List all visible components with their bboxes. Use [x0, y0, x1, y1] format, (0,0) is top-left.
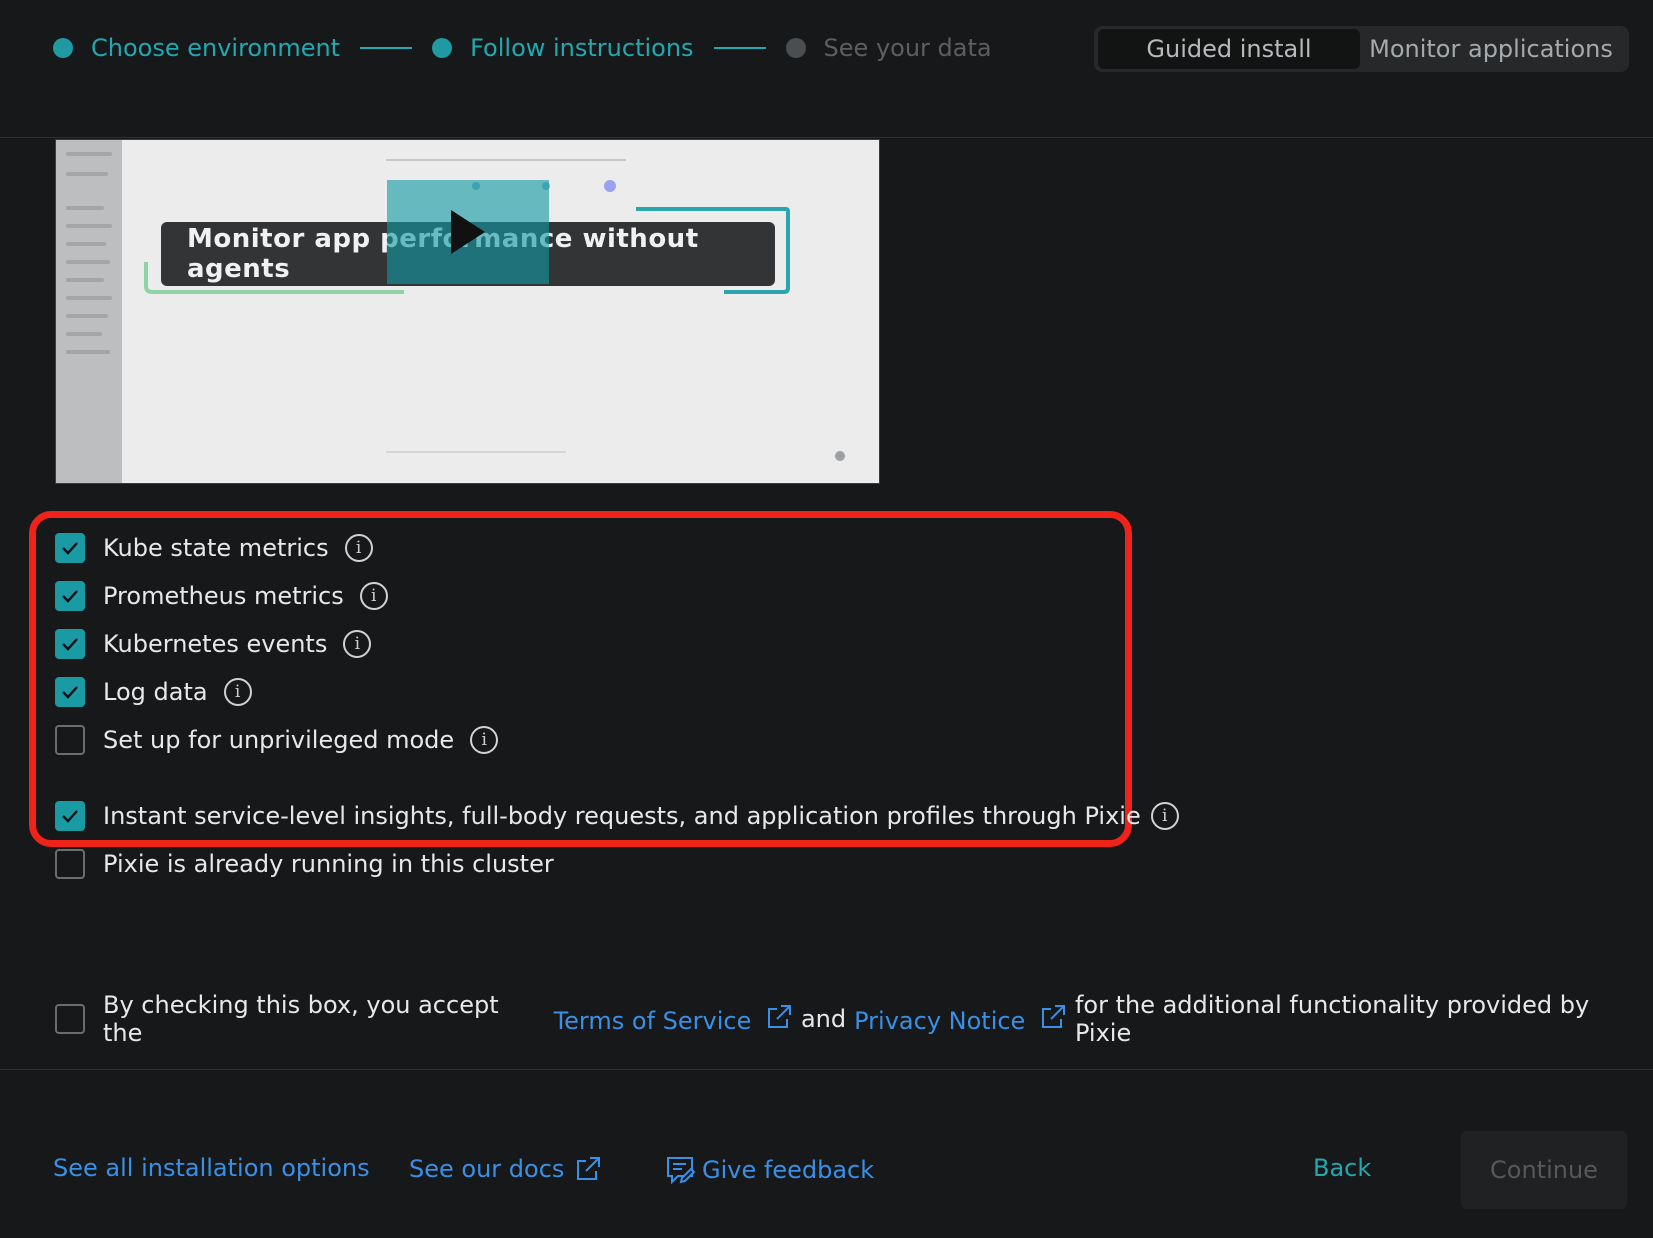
feedback-icon [667, 1157, 696, 1185]
check-icon [62, 638, 78, 651]
terms-checkbox[interactable] [55, 1004, 85, 1034]
check-icon [62, 810, 78, 823]
option-unprivileged-mode[interactable]: Set up for unprivileged mode i [55, 725, 499, 755]
checkbox-checked[interactable] [55, 629, 85, 659]
install-mode-toggle: Guided install Monitor applications [1094, 26, 1629, 72]
option-label: Instant service-level insights, full-bod… [103, 802, 1141, 830]
info-icon[interactable]: i [359, 582, 388, 610]
step-follow-instructions[interactable]: Follow instructions [470, 34, 693, 62]
see-our-docs-label: See our docs [409, 1155, 565, 1183]
info-icon[interactable]: i [344, 534, 373, 562]
guided-install-tab[interactable]: Guided install [1098, 29, 1360, 69]
play-icon [451, 210, 485, 254]
terms-suffix: for the additional functionality provide… [1074, 991, 1590, 1047]
option-label: Set up for unprivileged mode [103, 726, 455, 754]
continue-button[interactable]: Continue [1461, 1131, 1627, 1209]
option-kube-state-metrics[interactable]: Kube state metrics i [55, 533, 373, 563]
checkbox-checked[interactable] [55, 533, 85, 563]
checkbox-unchecked[interactable] [55, 725, 85, 755]
option-log-data[interactable]: Log data i [55, 677, 252, 707]
give-feedback-link[interactable]: Give feedback [664, 1154, 874, 1186]
privacy-notice-link[interactable]: Privacy Notice [854, 1003, 1067, 1035]
external-link-icon [577, 1157, 601, 1180]
back-button[interactable]: Back [1313, 1154, 1371, 1182]
terms-and: and [800, 1005, 847, 1033]
check-icon [62, 590, 78, 603]
privacy-notice-label: Privacy Notice [854, 1007, 1026, 1035]
info-icon[interactable]: i [470, 726, 499, 754]
external-link-icon [767, 1005, 791, 1028]
video-thumbnail[interactable]: Monitor app performance without agents [55, 139, 880, 484]
terms-of-service-link[interactable]: Terms of Service [554, 1003, 793, 1035]
checkbox-checked[interactable] [55, 581, 85, 611]
option-kubernetes-events[interactable]: Kubernetes events i [55, 629, 372, 659]
step-choose-environment[interactable]: Choose environment [91, 34, 340, 62]
step-see-your-data: See your data [823, 34, 992, 62]
option-label: Kube state metrics [103, 534, 329, 562]
checkbox-unchecked[interactable] [55, 849, 85, 879]
checkbox-checked[interactable] [55, 801, 85, 831]
info-icon[interactable]: i [1150, 802, 1179, 830]
info-icon[interactable]: i [343, 630, 372, 658]
stepper: Choose environment Follow instructions S… [53, 34, 992, 62]
see-all-installation-options-link[interactable]: See all installation options [53, 1154, 370, 1182]
option-label: Prometheus metrics [103, 582, 344, 610]
terms-of-service-label: Terms of Service [553, 1007, 752, 1035]
check-icon [62, 686, 78, 699]
play-button[interactable] [387, 180, 549, 284]
external-link-icon [1041, 1005, 1065, 1028]
step-pending-dot [785, 38, 806, 58]
step-done-dot [53, 38, 73, 58]
see-our-docs-link[interactable]: See our docs [409, 1155, 602, 1183]
option-pixie-already-running[interactable]: Pixie is already running in this cluster [55, 849, 554, 879]
check-icon [62, 542, 78, 555]
info-icon[interactable]: i [223, 678, 252, 706]
option-prometheus-metrics[interactable]: Prometheus metrics i [55, 581, 388, 611]
option-label: Kubernetes events [103, 630, 328, 658]
option-label: Pixie is already running in this cluster [103, 850, 554, 878]
step-active-dot [432, 38, 453, 58]
option-label: Log data [103, 678, 208, 706]
terms-prefix: By checking this box, you accept the [103, 991, 499, 1047]
header-divider [0, 137, 1653, 138]
terms-acceptance: By checking this box, you accept the Ter… [55, 991, 1653, 1047]
option-pixie-insights[interactable]: Instant service-level insights, full-bod… [55, 801, 1179, 831]
monitor-applications-tab[interactable]: Monitor applications [1360, 29, 1622, 69]
step-connector [360, 47, 413, 49]
footer-divider [0, 1069, 1653, 1070]
give-feedback-label: Give feedback [702, 1156, 875, 1184]
checkbox-checked[interactable] [55, 677, 85, 707]
step-connector [713, 47, 766, 49]
